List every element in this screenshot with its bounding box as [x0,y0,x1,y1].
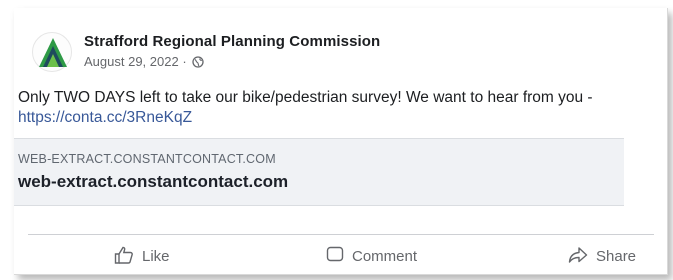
actions-divider [28,234,654,235]
srpc-logo-icon [39,38,67,67]
comment-icon [326,246,344,262]
share-button[interactable]: Share [568,246,636,270]
facebook-post-card: Strafford Regional Planning Commission A… [14,8,668,275]
post-body: Only TWO DAYS left to take our bike/pede… [18,88,658,128]
comment-label: Comment [352,248,418,265]
share-label: Share [596,248,637,265]
thumbs-up-icon [114,246,133,264]
preview-title: web-extract.constantcontact.com [18,172,289,191]
page-avatar[interactable] [32,32,72,72]
post-meta: August 29, 2022 · [84,54,204,69]
post-text: Only TWO DAYS left to take our bike/pede… [18,89,593,106]
preview-domain: WEB-EXTRACT.CONSTANTCONTACT.COM [18,152,276,166]
screenshot-frame: Strafford Regional Planning Commission A… [0,0,673,280]
share-icon [568,247,588,263]
post-link[interactable]: https://conta.cc/3RneKqZ [18,109,192,126]
link-preview[interactable]: WEB-EXTRACT.CONSTANTCONTACT.COM web-extr… [14,138,624,206]
like-button[interactable]: Like [114,246,170,270]
globe-icon [192,56,204,68]
page-name-link[interactable]: Strafford Regional Planning Commission [84,33,380,50]
like-label: Like [142,248,170,265]
meta-separator: · [178,54,191,69]
comment-button[interactable]: Comment [326,246,417,270]
post-date[interactable]: August 29, 2022 [84,54,179,69]
